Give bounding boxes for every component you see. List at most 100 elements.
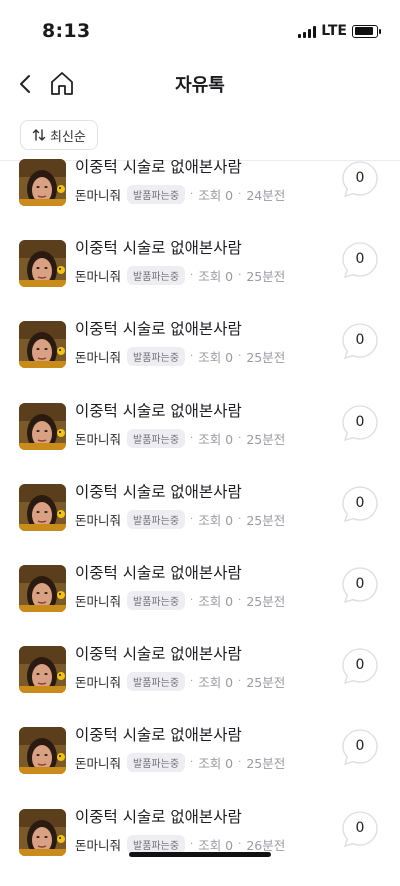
post-time: 25분전 [246,350,286,366]
thumbnail-image [19,240,66,288]
page-title: 자유톡 [175,75,225,96]
view-count: 조회 0 [198,837,234,853]
meta-separator: · [238,189,242,200]
comment-count: 0 [355,413,365,430]
comment-count-button[interactable]: 0 [341,160,379,198]
comment-count-button[interactable]: 0 [341,566,379,604]
post-author: 돈마니줘 [75,594,122,609]
meta-separator: · [238,595,242,606]
thumbnail-image [19,402,66,450]
post-author: 돈마니줘 [75,512,122,528]
meta-separator: · [238,513,242,525]
meta-separator: · [190,676,194,688]
post-time: 26분전 [246,837,286,853]
comment-count: 0 [355,819,365,836]
post-title: 이중턱 시술로 없애본사람 [75,239,242,258]
post-item[interactable]: 이중턱 시술로 없애본사람 돈마니줘 발품파는중 · 조회 0 · 25분전 0 [0,561,400,642]
post-title: 이중턱 시술로 없애본사람 [75,807,242,826]
post-item[interactable]: 이중턱 시술로 없애본사람 돈마니줘 발품파는중 · 조회 0 · 25분전 0 [0,236,400,317]
comment-count-button[interactable]: 0 [341,810,379,848]
post-author: 돈마니줘 [75,431,122,447]
post-author: 돈마니줘 [75,756,122,772]
comment-count-button[interactable]: 0 [341,728,379,766]
meta-separator: · [190,351,194,363]
post-thumbnail [19,159,66,206]
view-count: 조회 0 [198,269,234,285]
post-item[interactable]: 이중턱 시술로 없애본사람 돈마니줘 발품파는중 · 조회 0 · 25분전 0 [0,317,400,398]
author-badge: 발품파는중 [127,266,186,286]
post-item[interactable]: 이중턱 시술로 없애본사람 돈마니줘 발품파는중 · 조회 0 · 25분전 0 [0,723,400,804]
meta-separator: · [238,432,242,444]
post-title: 이중턱 시술로 없애본사람 [75,401,242,420]
thumbnail-image [19,727,66,775]
comment-count: 0 [355,170,365,186]
post-time: 25분전 [246,756,286,772]
comment-count-button[interactable]: 0 [341,647,379,685]
post-thumbnail [19,402,66,450]
author-badge: 발품파는중 [127,591,186,610]
thumbnail-image [19,159,66,206]
post-meta: 돈마니줘 발품파는중 · 조회 0 · 26분전 [75,834,286,854]
view-count: 조회 0 [198,594,234,609]
author-badge: 발품파는중 [127,428,186,448]
comment-count-button[interactable]: 0 [341,404,379,442]
comment-count-button[interactable]: 0 [341,322,379,360]
sort-button[interactable]: 최신순 [20,120,98,150]
post-meta: 돈마니줘 발품파는중 · 조회 0 · 24분전 [75,185,285,204]
comment-count-button[interactable]: 0 [341,485,379,523]
thumbnail-image [19,483,66,531]
sort-label: 최신순 [50,129,86,145]
post-title: 이중턱 시술로 없애본사람 [75,158,242,176]
view-count: 조회 0 [198,431,234,447]
home-indicator [129,852,271,857]
post-thumbnail [19,565,66,612]
meta-separator: · [190,432,194,444]
post-author: 돈마니줘 [75,837,122,853]
post-item[interactable]: 이중턱 시술로 없애본사람 돈마니줘 발품파는중 · 조회 0 · 26분전 0 [0,805,400,886]
view-count: 조회 0 [198,350,234,366]
meta-separator: · [190,838,194,850]
author-badge: 발품파는중 [127,672,186,692]
post-time: 25분전 [246,594,286,609]
view-count: 조회 0 [198,756,234,772]
post-author: 돈마니줘 [75,675,122,691]
post-time: 25분전 [246,431,286,447]
author-badge: 발품파는중 [127,185,186,204]
post-meta: 돈마니줘 발품파는중 · 조회 0 · 25분전 [75,266,285,286]
thumbnail-image [19,565,66,612]
post-item[interactable]: 이중턱 시술로 없애본사람 돈마니줘 발품파는중 · 조회 0 · 25분전 0 [0,480,400,561]
post-time: 25분전 [246,512,286,528]
post-item[interactable]: 이중턱 시술로 없애본사람 돈마니줘 발품파는중 · 조회 0 · 25분전 0 [0,399,400,480]
post-title: 이중턱 시술로 없애본사람 [75,482,242,501]
comment-count: 0 [355,738,365,755]
battery-icon [352,24,381,38]
post-meta: 돈마니줘 발품파는중 · 조회 0 · 25분전 [75,672,285,692]
meta-separator: · [190,189,194,200]
meta-separator: · [238,838,242,850]
post-title: 이중턱 시술로 없애본사람 [75,320,242,339]
post-author: 돈마니줘 [75,188,122,203]
post-item[interactable]: 이중턱 시술로 없애본사람 돈마니줘 발품파는중 · 조회 0 · 25분전 0 [0,642,400,723]
post-title: 이중턱 시술로 없애본사람 [75,645,242,664]
author-badge: 발품파는중 [127,509,186,529]
comment-count-button[interactable]: 0 [341,241,379,279]
view-count: 조회 0 [198,675,234,691]
post-thumbnail [19,727,66,775]
post-thumbnail [19,240,66,288]
meta-separator: · [190,513,194,525]
post-thumbnail [19,483,66,531]
nav-bar: 자유톡 [0,58,400,108]
post-title: 이중턱 시술로 없애본사람 [75,564,242,582]
post-thumbnail [19,321,66,369]
sort-arrows-icon [32,129,46,141]
signal-icon [298,25,317,38]
meta-separator: · [238,351,242,363]
meta-separator: · [238,757,242,769]
status-time: 8:13 [42,20,91,42]
meta-separator: · [238,676,242,688]
view-count: 조회 0 [198,512,234,528]
author-badge: 발품파는중 [127,347,186,367]
post-item[interactable]: 이중턱 시술로 없애본사람 돈마니줘 발품파는중 · 조회 0 · 24분전 0 [0,155,400,236]
post-title: 이중턱 시술로 없애본사람 [75,726,242,745]
comment-count: 0 [355,657,365,674]
